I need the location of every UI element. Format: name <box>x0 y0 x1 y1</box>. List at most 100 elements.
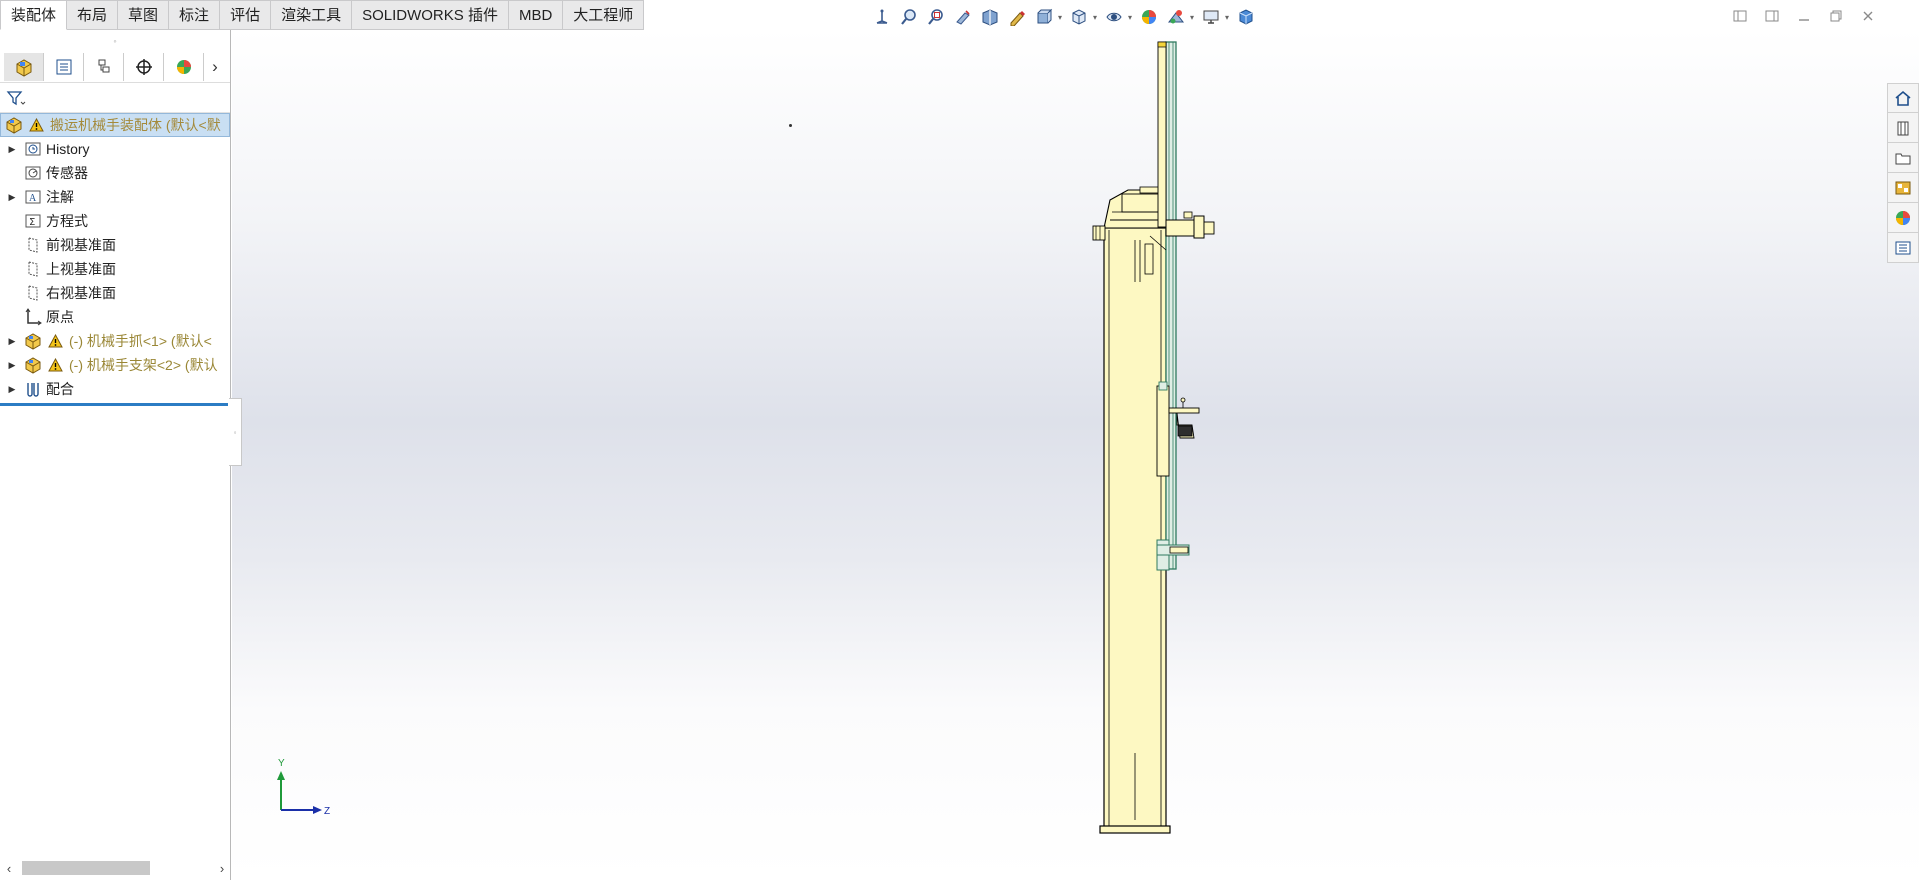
tab-mbd[interactable]: MBD <box>508 0 564 30</box>
tree-item-sensors[interactable]: 传感器 <box>0 161 230 185</box>
cursor-dot <box>789 124 792 127</box>
view-orientation-icon[interactable] <box>870 5 894 29</box>
tile-right-icon[interactable] <box>1761 6 1783 26</box>
tab-assembly[interactable]: 装配体 <box>0 0 68 30</box>
tile-left-icon[interactable] <box>1729 6 1751 26</box>
tree-item-label: 注解 <box>46 189 74 205</box>
dynamic-annotation-icon[interactable] <box>1005 5 1029 29</box>
tree-item-front-plane[interactable]: 前视基准面 <box>0 233 230 257</box>
tree-item-origin[interactable]: 原点 <box>0 305 230 329</box>
command-manager-tabs: 装配体 布局 草图 标注 评估 渲染工具 SOLIDWORKS 插件 MBD 大… <box>0 0 645 30</box>
dimxpert-manager-tab[interactable] <box>124 53 164 81</box>
scroll-left-icon[interactable]: ‹ <box>0 861 18 876</box>
tree-item-annotations[interactable]: ▶ A 注解 <box>0 185 230 209</box>
design-library-icon[interactable] <box>1887 113 1919 143</box>
tree-item-mates[interactable]: ▶ 配合 <box>0 377 230 401</box>
panel-collapse-handle[interactable]: ◦ <box>229 398 242 466</box>
rail-end-cap[interactable] <box>1157 41 1167 48</box>
tree-item-label: 右视基准面 <box>46 285 116 301</box>
property-manager-icon <box>56 59 71 75</box>
tab-render-tools[interactable]: 渲染工具 <box>271 0 353 30</box>
horizontal-scrollbar[interactable]: ‹ › <box>0 856 231 880</box>
tree-rollback-bar[interactable] <box>0 403 228 406</box>
chevron-down-icon[interactable]: ▾ <box>1188 5 1196 29</box>
display-manager-tab[interactable] <box>164 53 204 81</box>
chevron-down-icon[interactable]: ▾ <box>1223 5 1231 29</box>
file-explorer-icon[interactable] <box>1887 143 1919 173</box>
zoom-to-fit-icon[interactable] <box>897 5 921 29</box>
scrollbar-track[interactable] <box>18 860 213 876</box>
mate-icon <box>24 380 42 398</box>
tree-item-top-plane[interactable]: 上视基准面 <box>0 257 230 281</box>
tab-evaluate[interactable]: 评估 <box>220 0 272 30</box>
tree-item-label: 传感器 <box>46 165 88 181</box>
zoom-to-area-icon[interactable] <box>924 5 948 29</box>
chevron-right-icon[interactable]: › <box>204 53 226 81</box>
custom-properties-icon[interactable] <box>1887 233 1919 263</box>
vertical-rail[interactable] <box>1165 41 1177 570</box>
plane-icon <box>24 236 42 254</box>
feature-manager-panel: ◦ › 搬运机械手装配体 (默认<默 ▶ History 传感器 ▶ A 注解 … <box>0 30 231 880</box>
expand-arrow-icon[interactable]: ▶ <box>6 192 18 203</box>
feature-tree-tab[interactable] <box>4 53 44 81</box>
chevron-down-icon[interactable]: ▾ <box>1126 5 1134 29</box>
dimxpert-icon <box>135 59 152 75</box>
tab-solidworks-addins[interactable]: SOLIDWORKS 插件 <box>352 0 509 30</box>
expand-arrow-icon[interactable]: ▶ <box>6 384 18 395</box>
expand-arrow-icon[interactable]: ▶ <box>6 336 18 347</box>
restore-icon[interactable] <box>1825 6 1847 26</box>
view-selector-icon[interactable] <box>1032 5 1056 29</box>
graphics-area[interactable] <box>232 30 1919 880</box>
appearances-scenes-icon[interactable] <box>1887 203 1919 233</box>
gripper-arm[interactable] <box>1168 407 1200 414</box>
scroll-right-icon[interactable]: › <box>213 861 231 876</box>
view-palette-icon[interactable] <box>1887 173 1919 203</box>
tree-item-gripper-component[interactable]: ▶ (-) 机械手抓<1> (默认< <box>0 329 230 353</box>
previous-view-icon[interactable] <box>951 5 975 29</box>
tab-sketch[interactable]: 草图 <box>118 0 170 30</box>
suction-cup[interactable] <box>1177 425 1193 437</box>
property-manager-tab[interactable] <box>44 53 84 81</box>
tab-markup[interactable]: 标注 <box>169 0 221 30</box>
warning-icon <box>27 116 45 134</box>
tree-item-right-plane[interactable]: 右视基准面 <box>0 281 230 305</box>
minimize-icon[interactable] <box>1793 6 1815 26</box>
tab-layout[interactable]: 布局 <box>67 0 119 30</box>
feature-tree: 搬运机械手装配体 (默认<默 ▶ History 传感器 ▶ A 注解 Σ 方程… <box>0 113 230 406</box>
assembly-model[interactable] <box>232 30 1919 880</box>
section-view-icon[interactable] <box>978 5 1002 29</box>
close-icon[interactable] <box>1857 6 1879 26</box>
display-style-icon[interactable] <box>1102 5 1126 29</box>
chevron-down-icon[interactable]: ▾ <box>1056 5 1064 29</box>
tab-big-engineer[interactable]: 大工程师 <box>563 0 645 30</box>
configuration-manager-tab[interactable] <box>84 53 124 81</box>
support-column[interactable] <box>1103 227 1167 829</box>
arm-slider[interactable] <box>1156 385 1170 477</box>
tree-item-history[interactable]: ▶ History <box>0 137 230 161</box>
edit-appearance-icon[interactable] <box>1137 5 1161 29</box>
tree-filter[interactable] <box>0 83 230 113</box>
origin-icon <box>24 308 42 326</box>
tree-item-label: History <box>46 141 90 157</box>
scrollbar-thumb[interactable] <box>22 861 150 875</box>
chevron-down-icon[interactable]: ▾ <box>1091 5 1099 29</box>
expand-arrow-icon[interactable]: ▶ <box>6 360 18 371</box>
solidworks-resources-icon[interactable] <box>1887 83 1919 113</box>
3d-view-icon[interactable] <box>1234 5 1258 29</box>
drive-motor[interactable] <box>1203 221 1215 235</box>
tree-root-assembly[interactable]: 搬运机械手装配体 (默认<默 <box>0 113 230 137</box>
tree-item-equations[interactable]: Σ 方程式 <box>0 209 230 233</box>
view-orientation-cube-icon[interactable] <box>1067 5 1091 29</box>
expand-arrow-icon[interactable]: ▶ <box>6 144 18 155</box>
triad-y-label: Y <box>278 758 285 769</box>
view-settings-icon[interactable] <box>1199 5 1223 29</box>
sensor-icon <box>24 164 42 182</box>
apply-scene-icon[interactable] <box>1164 5 1188 29</box>
column-base-plate[interactable] <box>1099 825 1171 834</box>
tree-item-bracket-component[interactable]: ▶ (-) 机械手支架<2> (默认 <box>0 353 230 377</box>
panel-grip[interactable]: ◦ <box>0 30 230 52</box>
side-bracket[interactable] <box>1092 225 1106 241</box>
document-window-controls <box>1729 6 1879 26</box>
tree-item-label: 上视基准面 <box>46 261 116 277</box>
part-icon <box>24 356 42 374</box>
